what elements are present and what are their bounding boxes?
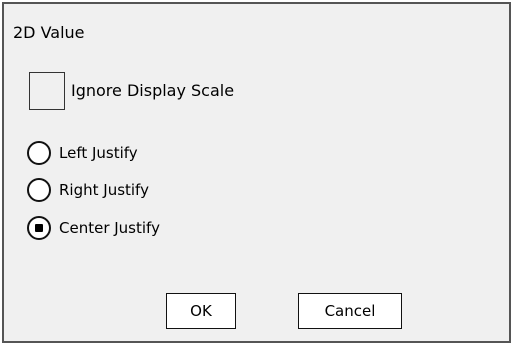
radio-label-left-justify: Left Justify (59, 144, 138, 162)
radio-label-right-justify: Right Justify (59, 181, 149, 199)
ignore-display-scale-checkbox[interactable] (29, 72, 65, 110)
radio-selected-dot (35, 224, 43, 232)
radio-center-justify[interactable]: Center Justify (27, 215, 160, 241)
radio-button-left-justify[interactable] (27, 141, 51, 165)
ignore-display-scale-option[interactable]: Ignore Display Scale (29, 70, 234, 112)
ok-button[interactable]: OK (166, 293, 236, 329)
ignore-display-scale-label: Ignore Display Scale (71, 80, 235, 100)
2d-value-dialog: 2D Value Ignore Display Scale Left Justi… (2, 2, 511, 343)
radio-button-center-justify[interactable] (27, 216, 51, 240)
radio-right-justify[interactable]: Right Justify (27, 177, 149, 203)
radio-left-justify[interactable]: Left Justify (27, 140, 138, 166)
radio-label-center-justify: Center Justify (59, 219, 160, 237)
dialog-title: 2D Value (13, 23, 85, 42)
cancel-button[interactable]: Cancel (298, 293, 402, 329)
radio-button-right-justify[interactable] (27, 178, 51, 202)
